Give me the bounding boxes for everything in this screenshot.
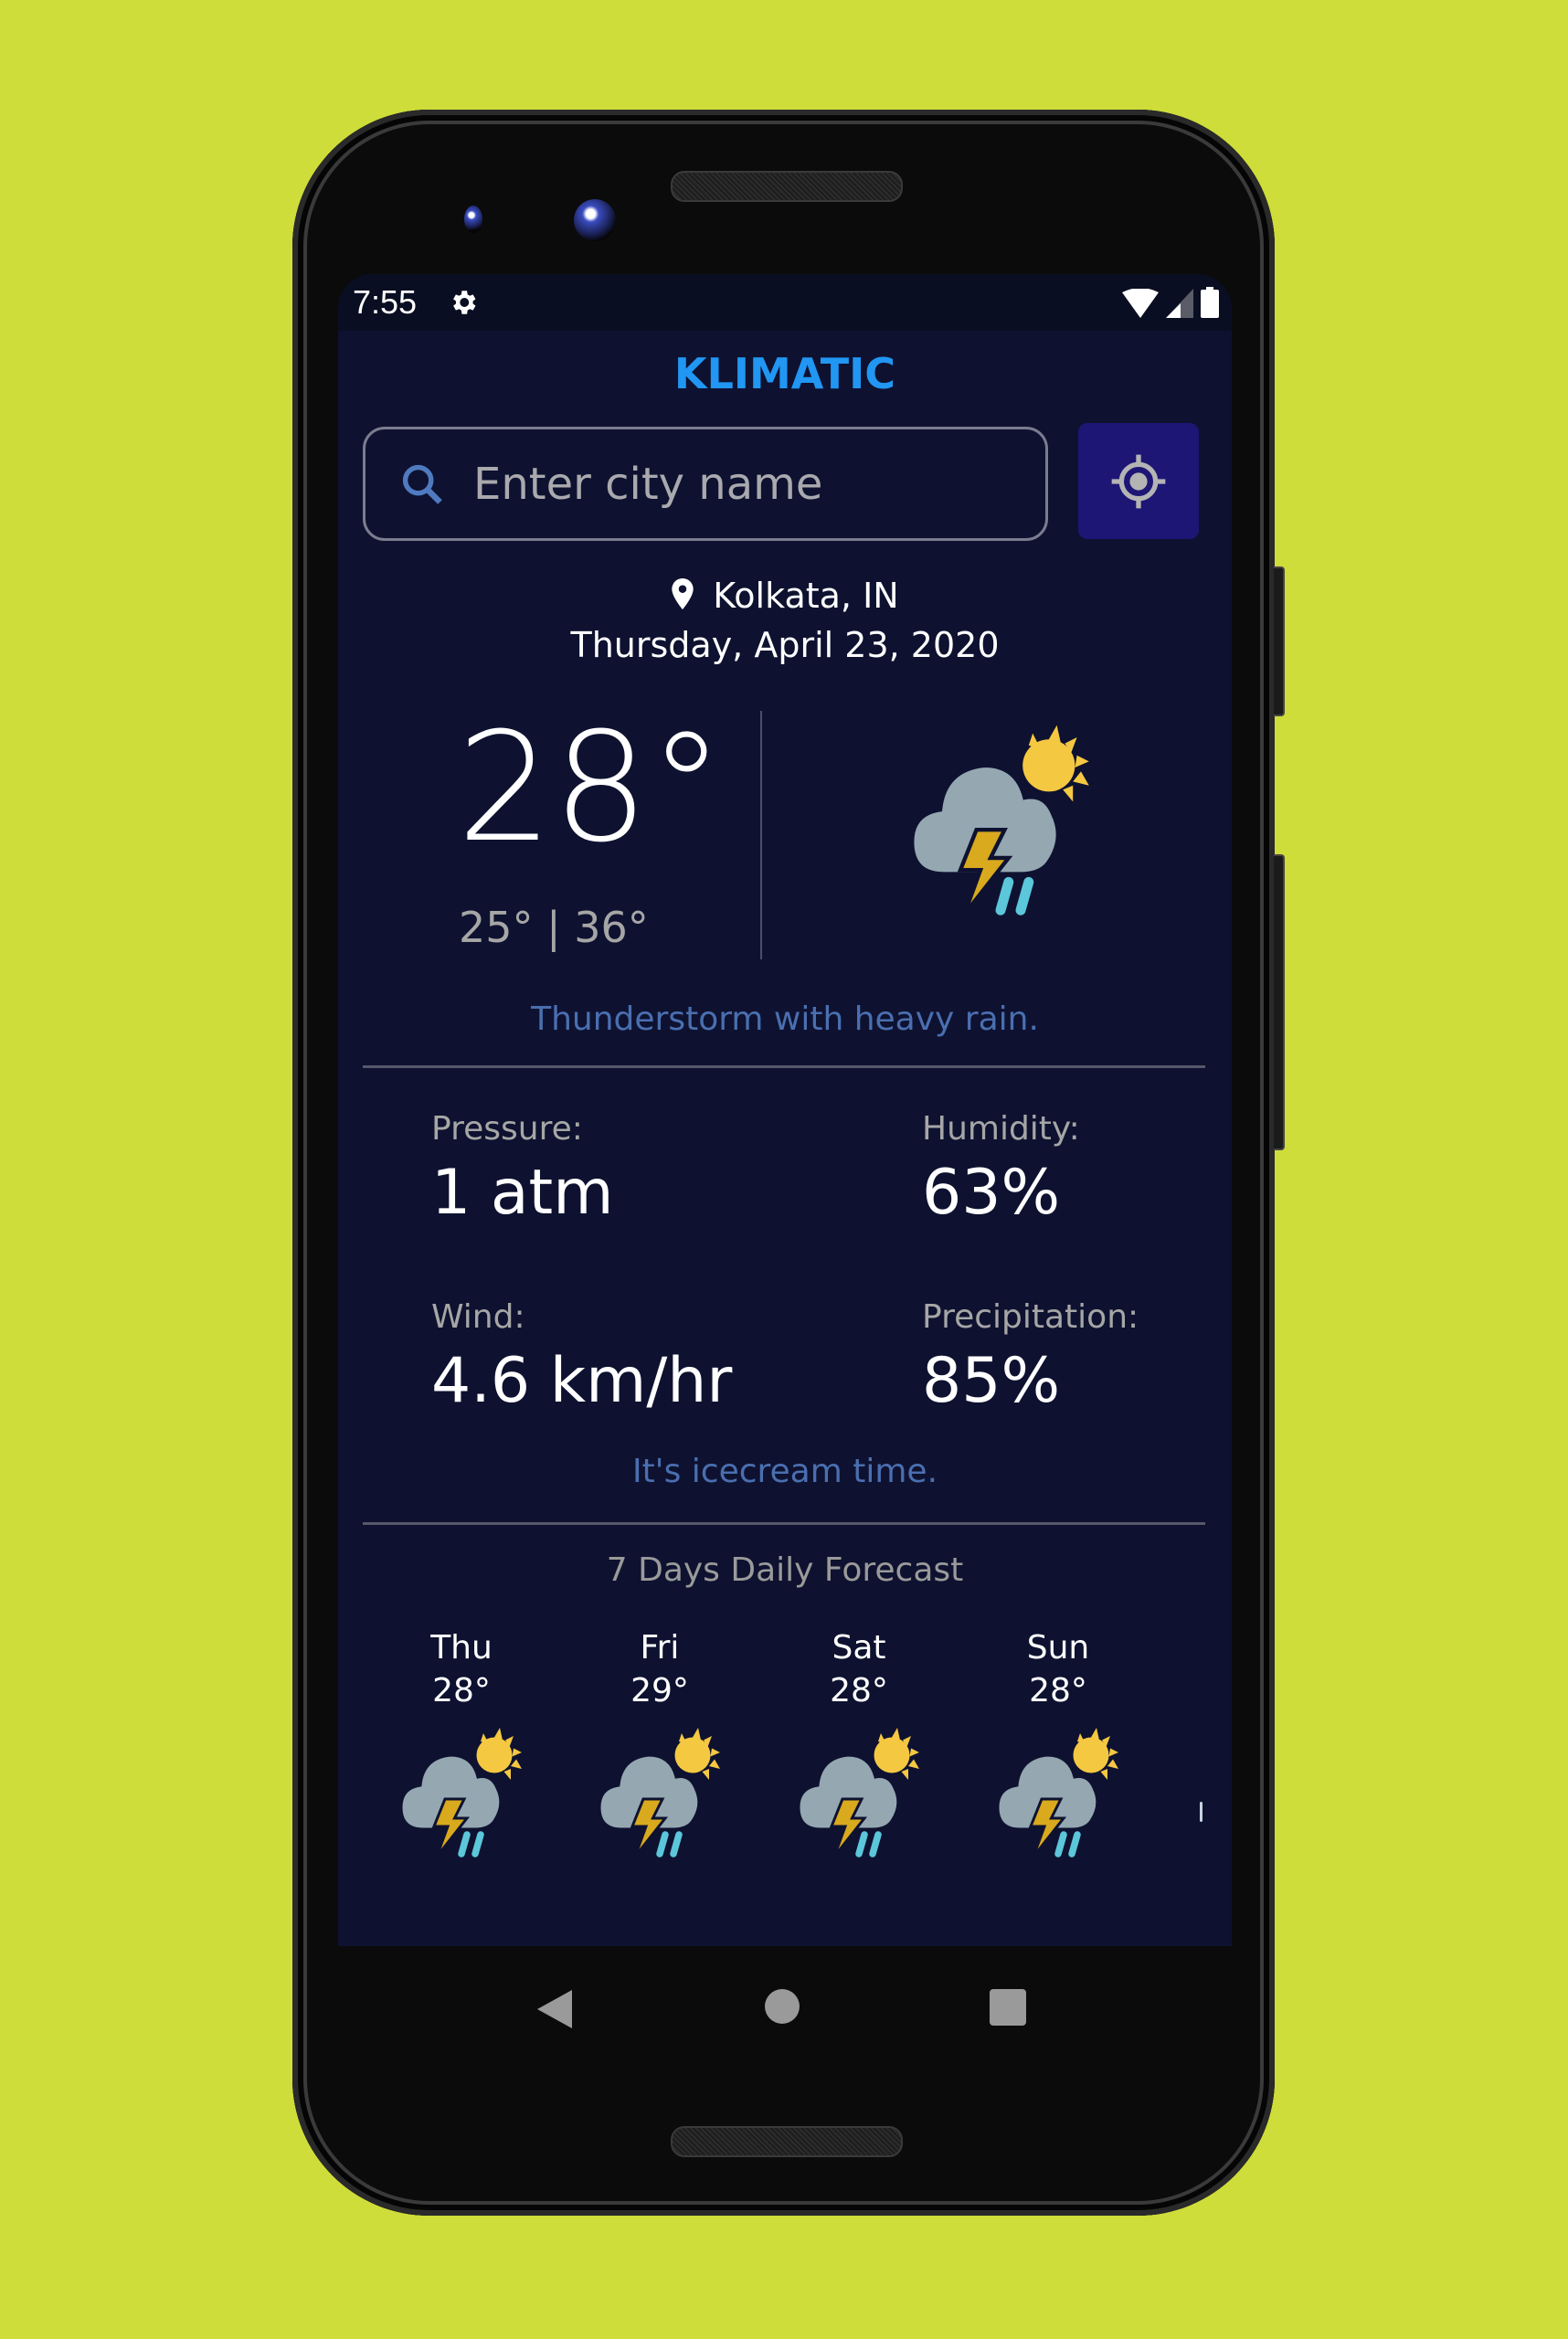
my-location-icon [1111,454,1166,508]
forecast-day-name: Sat [832,1629,886,1667]
status-bar: 7:55 [338,274,1232,331]
thunderstorm-sun-icon [900,717,1101,918]
precipitation-stat: Precipitation: 85% [922,1298,1139,1417]
sensor-icon [464,206,482,233]
thunderstorm-sun-icon [790,1722,927,1859]
search-box[interactable] [363,427,1048,541]
current-date: Thursday, April 23, 2020 [570,625,1000,665]
volume-button [1274,854,1285,1150]
pressure-value: 1 atm [431,1157,614,1229]
back-icon[interactable] [537,1990,572,2028]
thunderstorm-sun-icon [990,1722,1127,1859]
signal-icon [1166,289,1193,318]
location-pin-icon [672,578,694,609]
current-temperature: 28° [457,700,725,875]
humidity-label: Humidity: [922,1110,1080,1148]
wifi-icon [1122,289,1159,318]
forecast-day[interactable]: Sat 28° [777,1629,941,1859]
earpiece-speaker [671,171,903,202]
precipitation-value: 85% [922,1345,1061,1417]
forecast-day-name: Thu [430,1629,493,1667]
forecast-day-temp: 28° [432,1672,491,1709]
forecast-day-temp: 29° [630,1672,689,1709]
forecast-day-temp: 28° [830,1672,888,1709]
front-camera-icon [574,199,616,241]
forecast-title: 7 Days Daily Forecast [606,1551,964,1589]
app-screen: 7:55 KLIMATIC Kolkata, IN Thursday, Apri… [338,274,1232,1946]
forecast-scroll-indicator[interactable] [1200,1802,1202,1822]
wind-value: 4.6 km/hr [431,1345,733,1417]
min-max-temperature: 25° | 36° [459,903,649,952]
gear-icon [453,291,476,314]
weather-tip: It's icecream time. [631,1453,938,1490]
app-title: KLIMATIC [673,349,896,398]
forecast-day-name: Sun [1026,1629,1090,1667]
home-icon[interactable] [765,1989,800,2024]
pressure-stat: Pressure: 1 atm [431,1110,613,1229]
divider [363,1065,1205,1068]
bottom-speaker [671,2126,903,2157]
forecast-day-name: Fri [640,1629,680,1667]
humidity-value: 63% [922,1157,1061,1229]
humidity-stat: Humidity: 63% [922,1110,1080,1229]
locate-button[interactable] [1078,423,1199,539]
city-search-input[interactable] [471,457,987,511]
weather-description: Thunderstorm with heavy rain. [531,1000,1039,1038]
recents-icon[interactable] [990,1989,1026,2026]
search-icon [402,464,442,504]
navigation-bar [338,1946,1232,2065]
battery-icon [1201,287,1219,318]
forecast-day[interactable]: Sun 28° [976,1629,1140,1859]
status-time: 7:55 [353,283,418,321]
forecast-day-temp: 28° [1029,1672,1087,1709]
precipitation-label: Precipitation: [922,1298,1139,1336]
power-button [1274,566,1285,716]
vertical-divider [760,711,762,959]
wind-label: Wind: [431,1298,525,1336]
wind-stat: Wind: 4.6 km/hr [431,1298,732,1417]
location-row: Kolkata, IN [338,576,1232,616]
thunderstorm-sun-icon [393,1722,530,1859]
pressure-label: Pressure: [431,1110,583,1148]
thunderstorm-sun-icon [591,1722,728,1859]
forecast-day[interactable]: Fri 29° [577,1629,742,1859]
divider [363,1522,1205,1525]
forecast-day[interactable]: Thu 28° [379,1629,544,1859]
location-name: Kolkata, IN [713,576,899,616]
